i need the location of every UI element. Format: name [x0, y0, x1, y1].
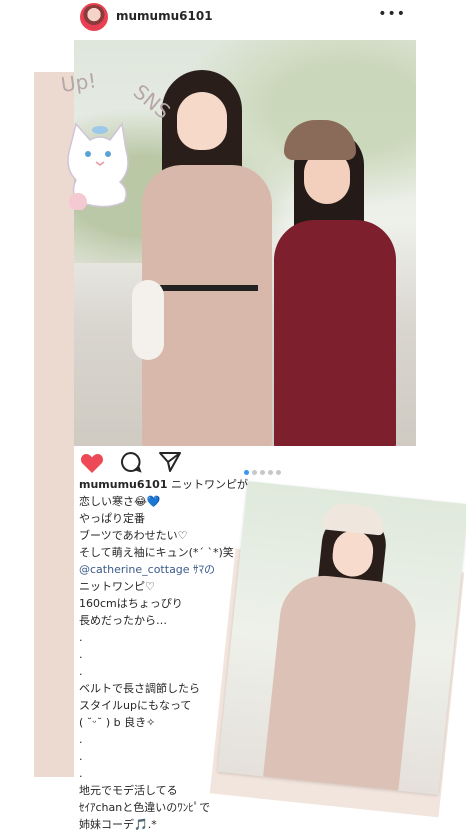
avatar[interactable] [80, 3, 108, 31]
carousel-dot [244, 470, 249, 475]
share-icon[interactable] [158, 451, 182, 473]
model-knit-dress [262, 571, 420, 795]
caption-line: やっぱり定番 [79, 512, 145, 525]
caption-mention[interactable]: @catherine_cottage ｻﾏの [79, 561, 259, 578]
post-action-bar [74, 446, 416, 480]
more-horizontal-icon[interactable]: ••• [378, 6, 406, 22]
model-girl-right [270, 120, 400, 446]
carousel-dot [276, 470, 281, 475]
carousel-dot [252, 470, 257, 475]
caption-username[interactable]: mumumu6101 [79, 478, 168, 491]
carousel-dot [268, 470, 273, 475]
post-photo-secondary[interactable] [217, 481, 466, 795]
carousel-dot [260, 470, 265, 475]
comment-icon[interactable] [120, 451, 142, 473]
caption-line: 姉妹コーデ🎵.* [79, 818, 157, 831]
caption-line: 160cmはちょっぴり [79, 597, 183, 610]
cat-illustration-icon [67, 122, 129, 210]
caption-line: 恋しい寒さ😂💙 [79, 495, 161, 508]
caption-line: そして萌え袖にキュン(*´ `*)笑 [79, 546, 234, 559]
title-up: Up! [59, 68, 97, 97]
caption-line: ｾｲｱchanと色違いのﾜﾝﾋﾟで [79, 801, 211, 814]
caption-first-line: mumumu6101 ニットワンピが [79, 476, 259, 493]
heart-icon[interactable] [80, 452, 104, 474]
post-header: mumumu6101 ••• [74, 0, 416, 40]
post-username[interactable]: mumumu6101 [116, 9, 213, 23]
caption-first-text: ニットワンピが [167, 478, 248, 491]
caption-line: ニットワンピ♡ [79, 580, 155, 593]
caption-line: 地元でモデ活してる [79, 784, 178, 797]
caption-line: ブーツであわせたい♡ [79, 529, 188, 542]
